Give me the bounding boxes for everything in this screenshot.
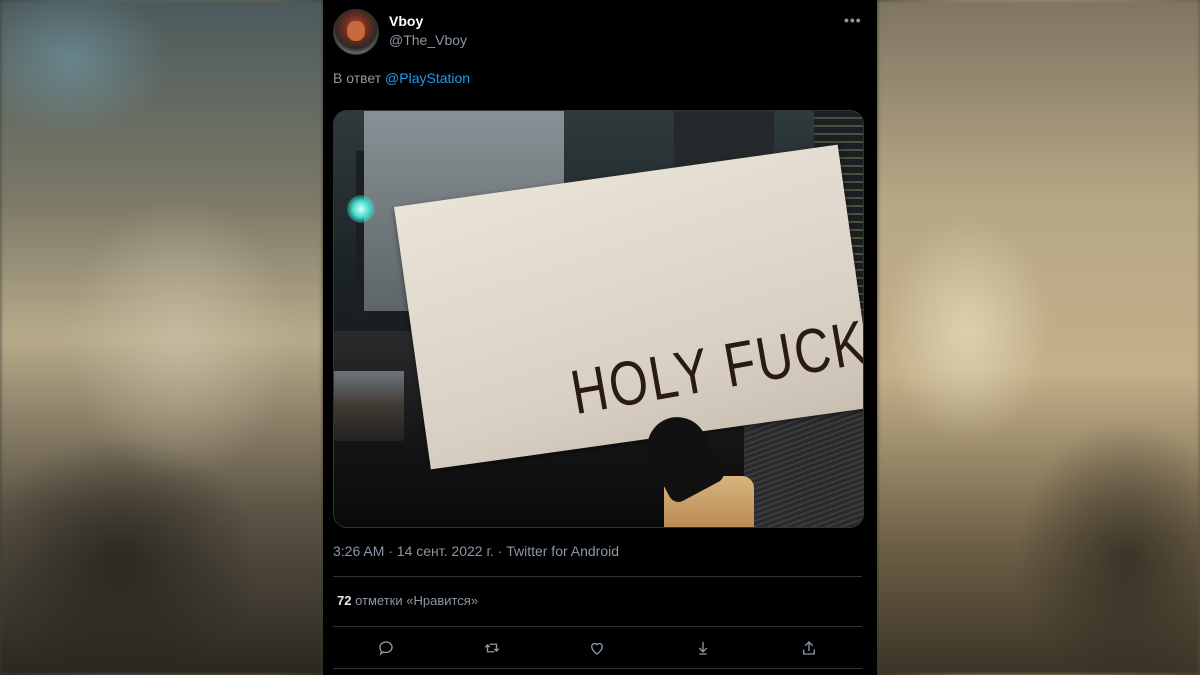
reply-icon [379, 641, 393, 656]
like-icon [591, 642, 604, 655]
more-options-icon[interactable]: ••• [844, 12, 862, 28]
retweet-button[interactable] [475, 633, 509, 663]
likes-stat[interactable]: 72 отметки «Нравится» [337, 593, 478, 608]
reply-prefix: В ответ [333, 70, 382, 86]
tweet-photo[interactable]: HOLY FUCK [333, 110, 864, 528]
tweet-actions [333, 633, 862, 663]
likes-label: отметки «Нравится» [355, 593, 479, 608]
reply-button[interactable] [369, 633, 403, 663]
bookmark-button[interactable] [686, 633, 720, 663]
divider [333, 668, 862, 669]
display-name[interactable]: Vboy [389, 13, 423, 29]
likes-count: 72 [337, 593, 352, 608]
tweet-timestamp[interactable]: 3:26 AM · 14 сент. 2022 г. · Twitter for… [333, 543, 619, 559]
avatar[interactable] [333, 9, 379, 55]
avatar-image [347, 21, 365, 41]
photo-traffic-light [347, 195, 375, 223]
reply-context: В ответ @PlayStation [333, 70, 470, 86]
photo-pole [356, 151, 364, 361]
divider [333, 626, 862, 627]
tweet-card: Vboy @The_Vboy ••• В ответ @PlayStation … [323, 0, 877, 675]
bookmark-icon [699, 642, 708, 655]
user-handle[interactable]: @The_Vboy [389, 32, 467, 48]
photo-glass [334, 371, 404, 441]
share-button[interactable] [792, 633, 826, 663]
divider [333, 576, 862, 577]
background-blur-left [0, 0, 323, 675]
like-button[interactable] [580, 633, 614, 663]
retweet-icon [484, 643, 499, 653]
share-icon [803, 641, 816, 655]
background-blur-right [877, 0, 1200, 675]
reply-mention-link[interactable]: @PlayStation [385, 70, 470, 86]
sign-text: HOLY FUCK [565, 306, 864, 428]
